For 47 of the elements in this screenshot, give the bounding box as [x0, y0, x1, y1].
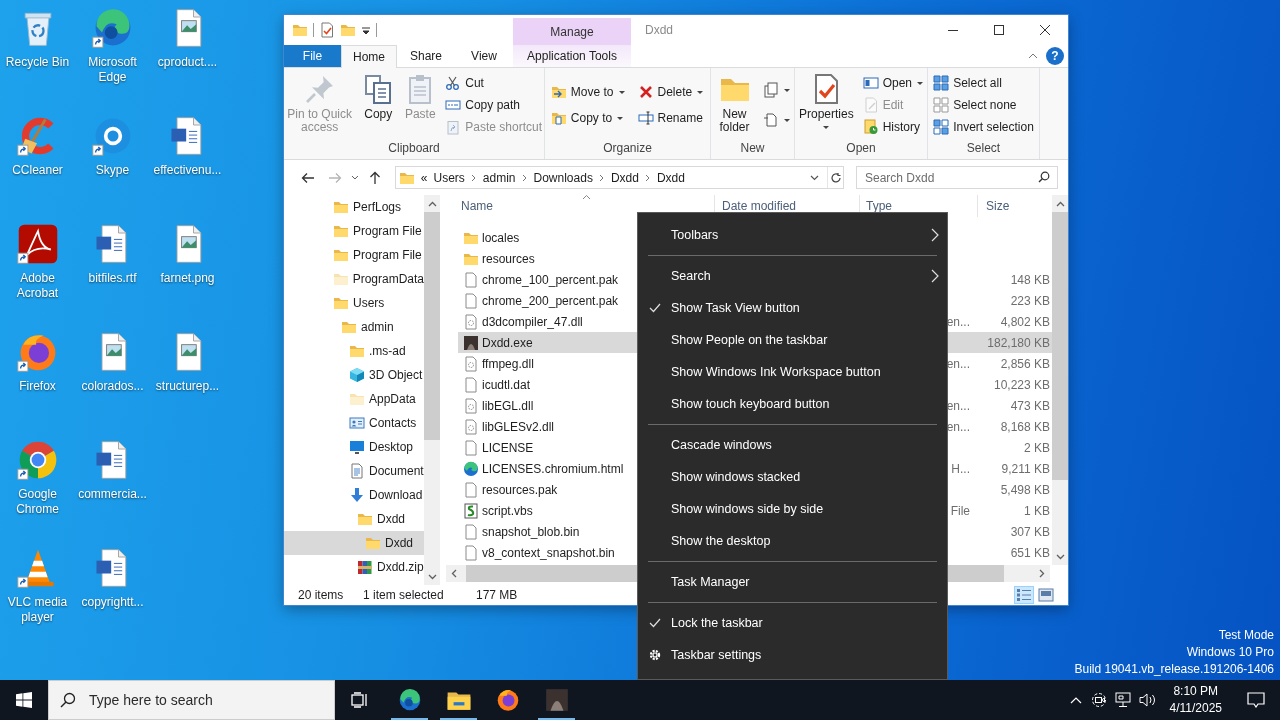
file-name: chrome_100_percent.pak [482, 272, 619, 287]
file-type: File [950, 503, 970, 518]
file-size: 10,223 KB [993, 377, 1050, 392]
file-size: 182,180 KB [987, 335, 1050, 350]
file-name: chrome_200_percent.pak [482, 293, 619, 308]
file-name: d3dcompiler_47.dll [482, 314, 583, 329]
system-info-text: Windows 10 Pro [1186, 644, 1274, 661]
file-size: 148 KB [1010, 272, 1050, 287]
file-size: 5,498 KB [1000, 482, 1050, 497]
file-size: 8,168 KB [1000, 419, 1050, 434]
file-name: LICENSES.chromium.html [482, 461, 624, 476]
status-text: 20 items [298, 588, 345, 602]
file-name: locales [482, 230, 520, 245]
file-name: ffmpeg.dll [482, 356, 534, 371]
status-text: 177 MB [476, 588, 518, 602]
clock-date: 4/11/2025 [1169, 700, 1222, 717]
file-name: resources [482, 251, 535, 266]
file-size: 651 KB [1010, 545, 1050, 560]
file-size: 2 KB [1024, 440, 1050, 455]
file-size: 473 KB [1010, 398, 1050, 413]
tab-group-label: Manage [513, 18, 631, 45]
file-name: libEGL.dll [482, 398, 534, 413]
file-name: resources.pak [482, 482, 558, 497]
system-info-text: Test Mode [1218, 627, 1274, 644]
clock-time: 8:10 PM [1173, 683, 1219, 700]
group-label: Select [965, 140, 1002, 157]
file-name: icudtl.dat [482, 377, 531, 392]
group-label: Open [845, 140, 877, 157]
window-title: Dxdd [645, 23, 673, 37]
file-size: 4,802 KB [1000, 314, 1050, 329]
file-name: libGLESv2.dll [482, 419, 555, 434]
file-type: H... [951, 461, 970, 476]
file-name: script.vbs [482, 503, 533, 518]
system-info-text: Build 19041.vb_release.191206-1406 [1074, 661, 1274, 678]
file-name: LICENSE [482, 440, 534, 455]
file-name: v8_context_snapshot.bin [482, 545, 615, 560]
file-size: 9,211 KB [1001, 461, 1050, 476]
group-label: New [739, 140, 766, 157]
file-size: 223 KB [1010, 293, 1050, 308]
group-label: Organize [602, 140, 653, 157]
file-size: 1 KB [1024, 503, 1050, 518]
file-name: Dxdd.exe [482, 335, 533, 350]
file-size: 2,856 KB [1000, 356, 1050, 371]
file-size: 307 KB [1010, 524, 1050, 539]
file-name: snapshot_blob.bin [482, 524, 580, 539]
group-label: Clipboard [387, 140, 441, 157]
status-text: 1 item selected [363, 588, 445, 602]
